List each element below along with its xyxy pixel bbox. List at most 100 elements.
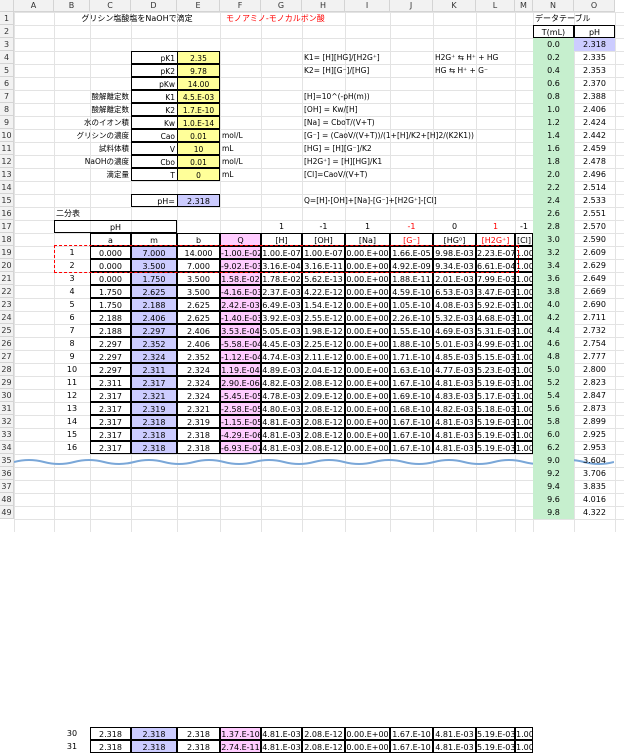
column-header-L[interactable]: L — [476, 0, 515, 12]
table-cell[interactable]: 4.81.E-03 — [433, 428, 476, 441]
data-table-ph[interactable]: 2.823 — [574, 376, 615, 389]
column-header-A[interactable]: A — [14, 0, 54, 12]
table-cell[interactable]: 1.00.E-02 — [515, 285, 533, 298]
data-table-ph[interactable]: 2.590 — [574, 233, 615, 246]
table-cell[interactable]: 2.317 — [90, 441, 131, 454]
row-header-9[interactable]: 9 — [0, 116, 14, 129]
table-cell[interactable]: 2.90.E-06 — [220, 376, 261, 389]
row-header-48[interactable]: 48 — [0, 493, 14, 506]
table-cell[interactable]: 4.81.E-03 — [261, 428, 302, 441]
table-cell[interactable]: 5.19.E-03 — [476, 415, 515, 428]
table-cell[interactable]: 2.297 — [131, 324, 177, 337]
row-header-30[interactable]: 30 — [0, 389, 14, 402]
table-cell[interactable]: 5.62.E-13 — [302, 272, 345, 285]
table-cell[interactable]: 2.188 — [90, 311, 131, 324]
table-cell[interactable]: 5.05.E-03 — [261, 324, 302, 337]
table-cell[interactable]: 1.00.E-02 — [515, 389, 533, 402]
table-cell[interactable]: 2.297 — [90, 350, 131, 363]
table-cell[interactable]: 1.55.E-10 — [390, 324, 433, 337]
data-table-ph[interactable]: 3.835 — [574, 480, 615, 493]
table-cell[interactable]: 4.68.E-03 — [476, 311, 515, 324]
table-cell[interactable]: 4.74.E-03 — [261, 350, 302, 363]
table-cell[interactable]: 6.53.E-03 — [433, 285, 476, 298]
table-cell[interactable]: 0.00.E+00 — [345, 298, 390, 311]
table-cell[interactable]: 2.311 — [131, 363, 177, 376]
row-header-4[interactable]: 4 — [0, 51, 14, 64]
row-header-25[interactable]: 25 — [0, 324, 14, 337]
row-header-33[interactable]: 33 — [0, 428, 14, 441]
table-cell[interactable]: 1.00.E-02 — [515, 727, 533, 740]
table-cell[interactable]: 2.04.E-12 — [302, 363, 345, 376]
table-cell[interactable]: 1.750 — [90, 285, 131, 298]
table-cell[interactable]: 0.00.E+00 — [345, 740, 390, 753]
table-cell[interactable]: 2.08.E-12 — [302, 441, 345, 454]
data-table-ph[interactable]: 2.953 — [574, 441, 615, 454]
select-all-corner[interactable] — [0, 0, 14, 12]
table-cell[interactable]: 1.19.E-04 — [220, 363, 261, 376]
row-header-8[interactable]: 8 — [0, 103, 14, 116]
row-header-24[interactable]: 24 — [0, 311, 14, 324]
table-cell[interactable]: 4.81.E-03 — [433, 376, 476, 389]
table-cell[interactable]: 1.67.E-10 — [390, 376, 433, 389]
row-header-31[interactable]: 31 — [0, 402, 14, 415]
data-table-ph[interactable]: 2.777 — [574, 350, 615, 363]
data-table-ph[interactable]: 2.478 — [574, 155, 615, 168]
table-cell[interactable]: 4.80.E-03 — [261, 402, 302, 415]
table-cell[interactable]: 5.19.E-03 — [476, 441, 515, 454]
table-cell[interactable]: 1.67.E-10 — [390, 428, 433, 441]
table-cell[interactable]: 2.08.E-12 — [302, 402, 345, 415]
row-header-29[interactable]: 29 — [0, 376, 14, 389]
table-cell[interactable]: 0.00.E+00 — [345, 311, 390, 324]
table-cell[interactable]: 1.78.E-02 — [261, 272, 302, 285]
data-table-ph[interactable]: 2.318 — [574, 38, 615, 51]
table-cell[interactable]: 2.55.E-12 — [302, 311, 345, 324]
row-header-7[interactable]: 7 — [0, 90, 14, 103]
data-table-ph[interactable]: 2.496 — [574, 168, 615, 181]
table-cell[interactable]: 2.09.E-12 — [302, 389, 345, 402]
table-cell[interactable]: 3.47.E-03 — [476, 285, 515, 298]
table-cell[interactable]: -6.93.E-07 — [220, 441, 261, 454]
row-header-21[interactable]: 21 — [0, 272, 14, 285]
table-cell[interactable]: 2.625 — [131, 285, 177, 298]
table-cell[interactable]: 2.318 — [131, 428, 177, 441]
table-cell[interactable]: 2.74.E-11 — [220, 740, 261, 753]
table-cell[interactable]: -5.58.E-04 — [220, 337, 261, 350]
table-cell[interactable]: 2.37.E-03 — [261, 285, 302, 298]
column-header-C[interactable]: C — [90, 0, 131, 12]
table-cell[interactable]: 2.318 — [90, 740, 131, 753]
data-table-ph[interactable]: 2.533 — [574, 194, 615, 207]
table-cell[interactable]: 5.01.E-03 — [433, 337, 476, 350]
row-header-13[interactable]: 13 — [0, 168, 14, 181]
table-cell[interactable]: 0.00.E+00 — [345, 376, 390, 389]
row-header-36[interactable]: 36 — [0, 467, 14, 480]
table-cell[interactable]: 4.45.E-03 — [261, 337, 302, 350]
table-cell[interactable]: 1.54.E-12 — [302, 298, 345, 311]
table-cell[interactable]: 5.31.E-03 — [476, 324, 515, 337]
column-header-O[interactable]: O — [574, 0, 615, 12]
table-cell[interactable]: 2.08.E-12 — [302, 415, 345, 428]
table-cell[interactable]: 2.318 — [131, 415, 177, 428]
table-cell[interactable]: 3.500 — [177, 285, 220, 298]
table-cell[interactable]: 5.23.E-03 — [476, 363, 515, 376]
table-cell[interactable]: 1.67.E-10 — [390, 727, 433, 740]
table-cell[interactable]: 1.00.E-02 — [515, 350, 533, 363]
table-cell[interactable]: -1.15.E-05 — [220, 415, 261, 428]
table-cell[interactable]: 3.53.E-04 — [220, 324, 261, 337]
table-cell[interactable]: 1.63.E-10 — [390, 363, 433, 376]
table-cell[interactable]: 1.00.E-02 — [515, 324, 533, 337]
table-cell[interactable]: 2.406 — [177, 337, 220, 350]
data-table-ph[interactable]: 2.570 — [574, 220, 615, 233]
data-table-ph[interactable]: 2.800 — [574, 363, 615, 376]
table-cell[interactable]: 5.19.E-03 — [476, 740, 515, 753]
data-table-ph[interactable]: 2.609 — [574, 246, 615, 259]
table-cell[interactable]: 2.352 — [131, 337, 177, 350]
table-cell[interactable]: 2.318 — [90, 727, 131, 740]
table-cell[interactable]: 2.318 — [177, 428, 220, 441]
table-cell[interactable]: 0.00.E+00 — [345, 402, 390, 415]
table-cell[interactable]: 0.00.E+00 — [345, 389, 390, 402]
data-table-ph[interactable]: 2.711 — [574, 311, 615, 324]
table-cell[interactable]: 5.18.E-03 — [476, 402, 515, 415]
param-value[interactable]: 0.01 — [177, 155, 220, 168]
param-value[interactable]: 0.01 — [177, 129, 220, 142]
param-value[interactable]: 0 — [177, 168, 220, 181]
